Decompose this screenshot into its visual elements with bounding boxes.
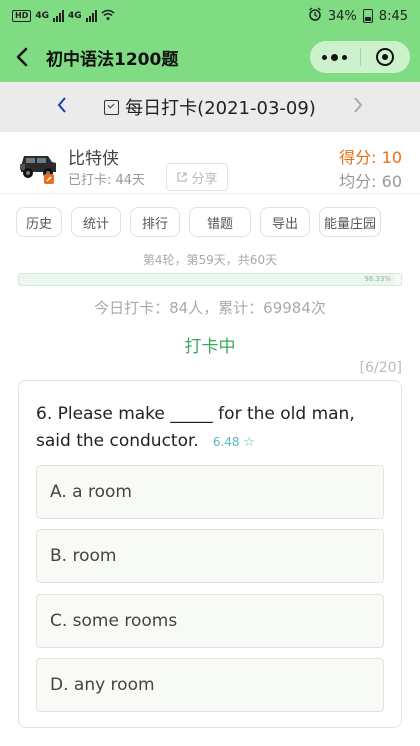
page-title: 初中语法1200题: [46, 49, 179, 70]
date-bar: 每日打卡(2021-03-09): [0, 82, 420, 132]
clock-time: 8:45: [378, 8, 408, 24]
chevron-left-icon: [16, 47, 28, 67]
average-score: 均分: 60: [339, 172, 402, 191]
calendar-check-icon: [104, 99, 120, 115]
previous-day-button[interactable]: [56, 95, 68, 119]
checkin-status: 打卡中: [184, 337, 236, 357]
option-a[interactable]: A. a room: [36, 465, 384, 519]
close-miniapp-button[interactable]: [360, 48, 410, 66]
battery-icon: [362, 9, 373, 23]
wrong-questions-button[interactable]: 错题: [189, 207, 251, 237]
back-button[interactable]: [0, 32, 44, 82]
checked-days: 已打卡: 44天: [68, 173, 146, 188]
share-button[interactable]: 分享: [166, 163, 228, 191]
export-button[interactable]: 导出: [260, 207, 310, 237]
option-b[interactable]: B. room: [36, 529, 384, 583]
question-meta-value: 6.48: [212, 435, 240, 449]
question-text: 6. Please make _____ for the old man, sa…: [36, 401, 386, 456]
alarm-icon: [308, 7, 322, 25]
round-info: 第4轮，第59天，共60天: [142, 253, 278, 267]
next-day-button[interactable]: [352, 95, 364, 119]
battery-percent: 34%: [327, 8, 357, 24]
ranking-button[interactable]: 排行: [130, 207, 180, 237]
score: 得分: 10: [339, 148, 402, 167]
history-button[interactable]: 历史: [16, 207, 62, 237]
action-buttons: 历史 统计 排行 错题 导出 能量庄园: [16, 207, 408, 237]
share-icon: [177, 172, 188, 182]
question-body: 6. Please make _____ for the old man, sa…: [36, 404, 355, 451]
miniapp-capsule: [310, 41, 410, 73]
date-title-text: 每日打卡(2021-03-09): [125, 98, 316, 119]
question-counter: [6/20]: [359, 360, 402, 376]
share-label: 分享: [191, 171, 218, 187]
question-meta: 6.48 ☆: [212, 435, 255, 450]
nav-bar: 初中语法1200题: [0, 32, 420, 82]
more-button[interactable]: [310, 53, 360, 61]
status-bar: HD 4G 4G 34% 8:45: [0, 0, 420, 32]
close-circle-icon: [376, 48, 395, 66]
today-stats: 今日打卡：84人，累计：69984次: [94, 299, 326, 317]
signal-icon: [53, 10, 64, 22]
chevron-right-icon: [354, 97, 363, 113]
wifi-icon: [101, 9, 115, 24]
progress-percent: 98.33%: [364, 275, 391, 283]
hd-badge: HD: [12, 10, 32, 22]
signal-icon-2: [85, 10, 97, 22]
star-icon[interactable]: ☆: [243, 435, 255, 450]
user-info: 比特侠 已打卡: 44天 分享 得分: 10 均分: 60: [0, 132, 420, 194]
option-d[interactable]: D. any room: [36, 658, 384, 712]
network-badge-2: 4G: [68, 11, 82, 21]
network-badge-1: 4G: [35, 11, 49, 21]
progress-bar: 98.33%: [18, 273, 402, 286]
chevron-left-icon: [57, 97, 66, 113]
progress-fill: [19, 274, 395, 285]
energy-manor-button[interactable]: 能量庄园: [319, 207, 381, 237]
date-title: 每日打卡(2021-03-09): [104, 94, 316, 120]
status-left: HD 4G 4G: [12, 9, 115, 24]
avatar[interactable]: [18, 144, 58, 184]
statistics-button[interactable]: 统计: [71, 207, 121, 237]
option-c[interactable]: C. some rooms: [36, 594, 384, 648]
status-right: 34% 8:45: [308, 7, 408, 25]
question-card: 6. Please make _____ for the old man, sa…: [18, 380, 402, 728]
user-name: 比特侠: [68, 149, 119, 169]
